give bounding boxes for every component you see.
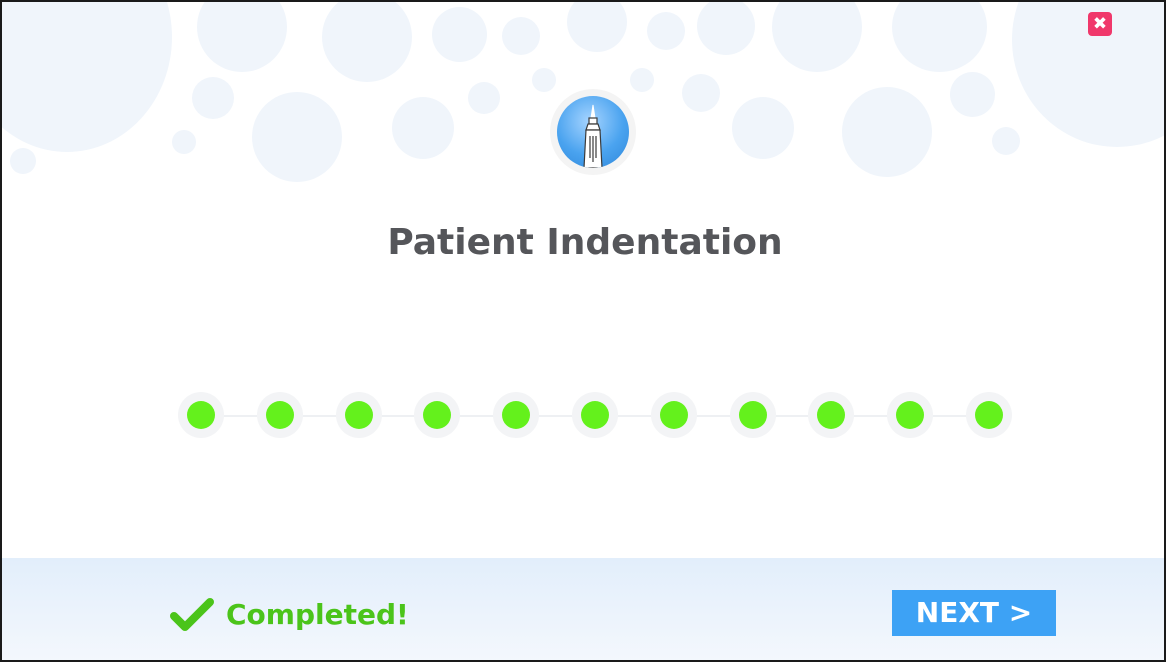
progress-step-10: [887, 392, 933, 438]
checkmark-icon: [170, 598, 214, 631]
step-complete-dot: [423, 401, 451, 429]
step-complete-dot: [187, 401, 215, 429]
step-complete-dot: [817, 401, 845, 429]
progress-step-11: [966, 392, 1012, 438]
progress-step-4: [414, 392, 460, 438]
dialog-footer: Completed! NEXT >: [2, 558, 1164, 660]
step-complete-dot: [660, 401, 688, 429]
step-complete-dot: [739, 401, 767, 429]
progress-step-7: [651, 392, 697, 438]
close-button[interactable]: ✖: [1088, 12, 1112, 36]
progress-step-9: [808, 392, 854, 438]
progress-step-1: [178, 392, 224, 438]
page-title: Patient Indentation: [387, 222, 783, 263]
step-complete-dot: [345, 401, 373, 429]
step-complete-dot: [975, 401, 1003, 429]
progress-step-8: [730, 392, 776, 438]
progress-step-3: [336, 392, 382, 438]
next-button[interactable]: NEXT >: [892, 590, 1056, 636]
status-text: Completed!: [226, 597, 409, 631]
step-complete-dot: [502, 401, 530, 429]
step-complete-dot: [896, 401, 924, 429]
progress-steps: [178, 392, 1012, 440]
progress-step-6: [572, 392, 618, 438]
progress-step-5: [493, 392, 539, 438]
step-complete-dot: [266, 401, 294, 429]
close-icon: ✖: [1092, 14, 1108, 34]
progress-step-2: [257, 392, 303, 438]
completion-status: Completed!: [170, 594, 409, 634]
needle-syringe-icon: [557, 96, 629, 168]
indentation-dialog: ✖ Patient Indentation Completed! NEXT >: [0, 0, 1166, 662]
module-logo: [550, 89, 636, 175]
step-complete-dot: [581, 401, 609, 429]
